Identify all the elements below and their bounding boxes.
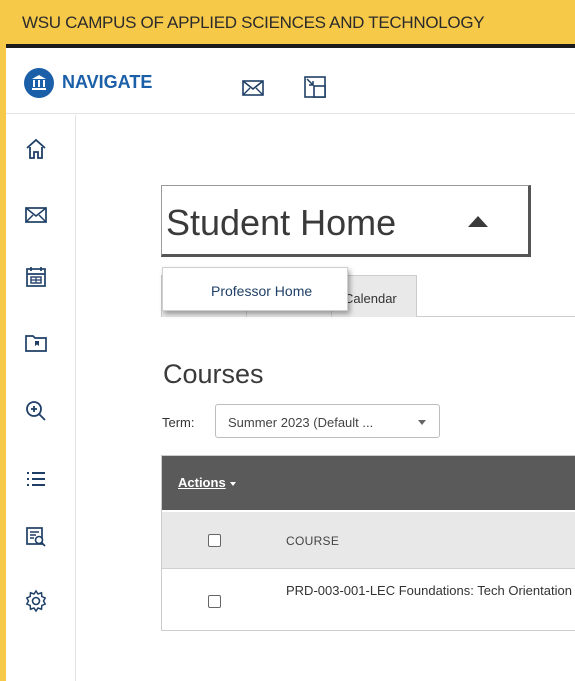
caret-down-icon bbox=[229, 481, 236, 486]
select-all-checkbox[interactable] bbox=[208, 534, 221, 547]
home-icon[interactable] bbox=[24, 137, 48, 161]
page-title: Student Home bbox=[166, 202, 397, 243]
chevron-down-icon bbox=[418, 420, 426, 425]
page-switcher[interactable]: Student Home bbox=[161, 185, 531, 257]
settings-icon[interactable] bbox=[24, 589, 48, 613]
courses-table: Actions COURSE PRD-003-001-LEC Foundatio… bbox=[161, 455, 575, 631]
institution-banner: WSU CAMPUS OF APPLIED SCIENCES AND TECHN… bbox=[6, 0, 575, 48]
brand-name[interactable]: NAVIGATE bbox=[62, 72, 152, 93]
report-search-icon[interactable] bbox=[24, 525, 48, 549]
actions-bar: Actions bbox=[162, 456, 575, 510]
term-label: Term: bbox=[162, 415, 195, 430]
actions-menu-button[interactable]: Actions bbox=[178, 475, 236, 490]
main-content: Student Home Calendar Professor Home Cou… bbox=[77, 115, 575, 681]
courses-heading: Courses bbox=[163, 359, 264, 389]
page-switcher-menu: Professor Home bbox=[162, 267, 348, 311]
term-select-value: Summer 2023 (Default ... bbox=[228, 415, 374, 430]
banner-title: WSU CAMPUS OF APPLIED SCIENCES AND TECHN… bbox=[22, 13, 485, 32]
tab-calendar-label: Calendar bbox=[344, 291, 397, 306]
term-select[interactable]: Summer 2023 (Default ... bbox=[215, 404, 440, 438]
caret-up-icon bbox=[468, 216, 488, 227]
folder-icon[interactable] bbox=[24, 331, 48, 355]
mail-icon[interactable] bbox=[24, 203, 48, 227]
column-header-course[interactable]: COURSE bbox=[286, 534, 339, 548]
table-header: COURSE bbox=[162, 512, 575, 569]
table-row: PRD-003-001-LEC Foundations: Tech Orient… bbox=[162, 570, 575, 630]
menu-item-professor-home[interactable]: Professor Home bbox=[211, 283, 312, 299]
course-name[interactable]: PRD-003-001-LEC Foundations: Tech Orient… bbox=[286, 582, 575, 600]
calendar-icon[interactable] bbox=[24, 265, 48, 289]
mail-icon[interactable] bbox=[242, 80, 264, 96]
row-checkbox[interactable] bbox=[208, 595, 221, 608]
sidebar bbox=[6, 115, 76, 681]
navigate-logo-icon[interactable] bbox=[24, 68, 54, 98]
app-header: NAVIGATE bbox=[6, 52, 575, 114]
switch-window-icon[interactable] bbox=[304, 76, 326, 98]
search-zoom-icon[interactable] bbox=[24, 399, 48, 423]
list-icon[interactable] bbox=[24, 467, 48, 491]
